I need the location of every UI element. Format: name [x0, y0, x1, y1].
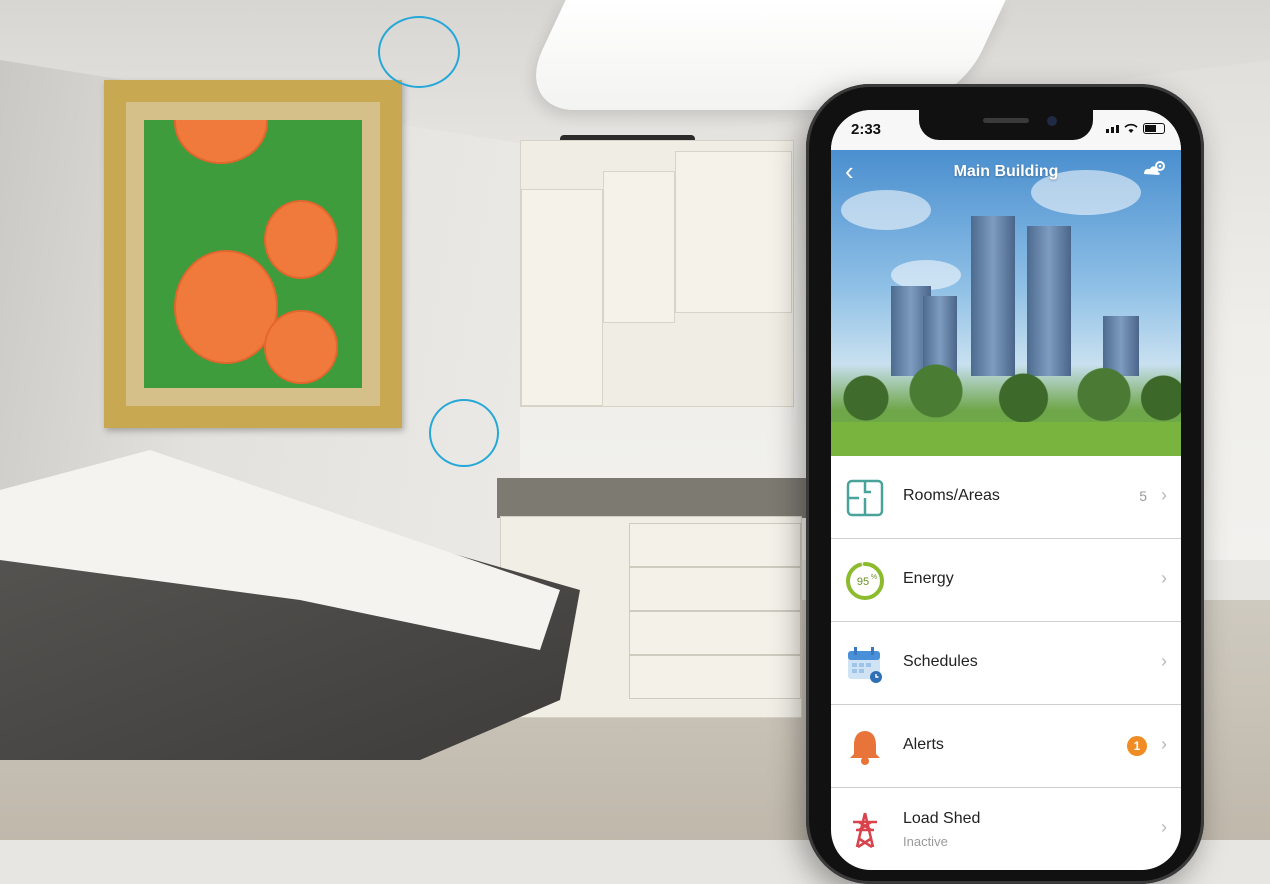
menu-row-rooms-areas[interactable]: Rooms/Areas 5 › — [831, 456, 1181, 539]
status-time: 2:33 — [851, 121, 882, 138]
calendar-icon — [848, 647, 882, 683]
page-title: Main Building — [953, 163, 1059, 180]
smartphone: 2:33 ‹ Main Building Rooms/Areas 5 › 95 … — [806, 84, 1204, 884]
wifi-icon — [1124, 123, 1138, 133]
chevron-right-icon: › — [1161, 734, 1167, 754]
load-shed-status: Inactive — [903, 834, 948, 849]
rooms-count: 5 — [1139, 488, 1147, 504]
menu-label-energy: Energy — [903, 570, 954, 587]
menu-label-schedules: Schedules — [903, 653, 978, 670]
building-menu: Rooms/Areas 5 › 95 % Energy › Schedules … — [831, 456, 1181, 870]
alerts-count-badge: 1 — [1127, 736, 1147, 756]
bell-icon — [850, 731, 880, 765]
chevron-right-icon: › — [1161, 568, 1167, 588]
menu-row-energy[interactable]: 95 % Energy › — [831, 539, 1181, 622]
wall-switch-highlight — [429, 399, 499, 467]
phone-notch — [919, 110, 1093, 140]
energy-percent: 95 — [857, 576, 869, 588]
upper-cabinets — [520, 140, 794, 407]
building-settings-icon[interactable] — [1141, 160, 1167, 182]
menu-row-load-shed[interactable]: Load Shed Inactive › — [831, 788, 1181, 870]
chevron-right-icon: › — [1161, 817, 1167, 837]
counter — [497, 478, 817, 518]
signal-icon — [1106, 124, 1119, 133]
building-hero-image: ‹ Main Building — [831, 150, 1181, 456]
ceiling-sensor-highlight — [378, 16, 460, 88]
menu-label-rooms-areas: Rooms/Areas — [903, 487, 1000, 504]
energy-gauge-icon: 95 % — [846, 562, 884, 600]
menu-row-schedules[interactable]: Schedules › — [831, 622, 1181, 705]
floor-plan-icon — [846, 479, 884, 517]
chevron-right-icon: › — [1161, 651, 1167, 671]
energy-percent-unit: % — [871, 574, 877, 581]
power-tower-icon — [853, 812, 877, 849]
battery-icon — [1143, 123, 1165, 134]
menu-label-alerts: Alerts — [903, 736, 944, 753]
chevron-right-icon: › — [1161, 485, 1167, 505]
framed-painting — [104, 80, 402, 428]
phone-screen: 2:33 ‹ Main Building Rooms/Areas 5 › 95 … — [831, 110, 1181, 870]
menu-row-alerts[interactable]: Alerts 1 › — [831, 705, 1181, 788]
menu-label-load-shed: Load Shed — [903, 810, 981, 827]
